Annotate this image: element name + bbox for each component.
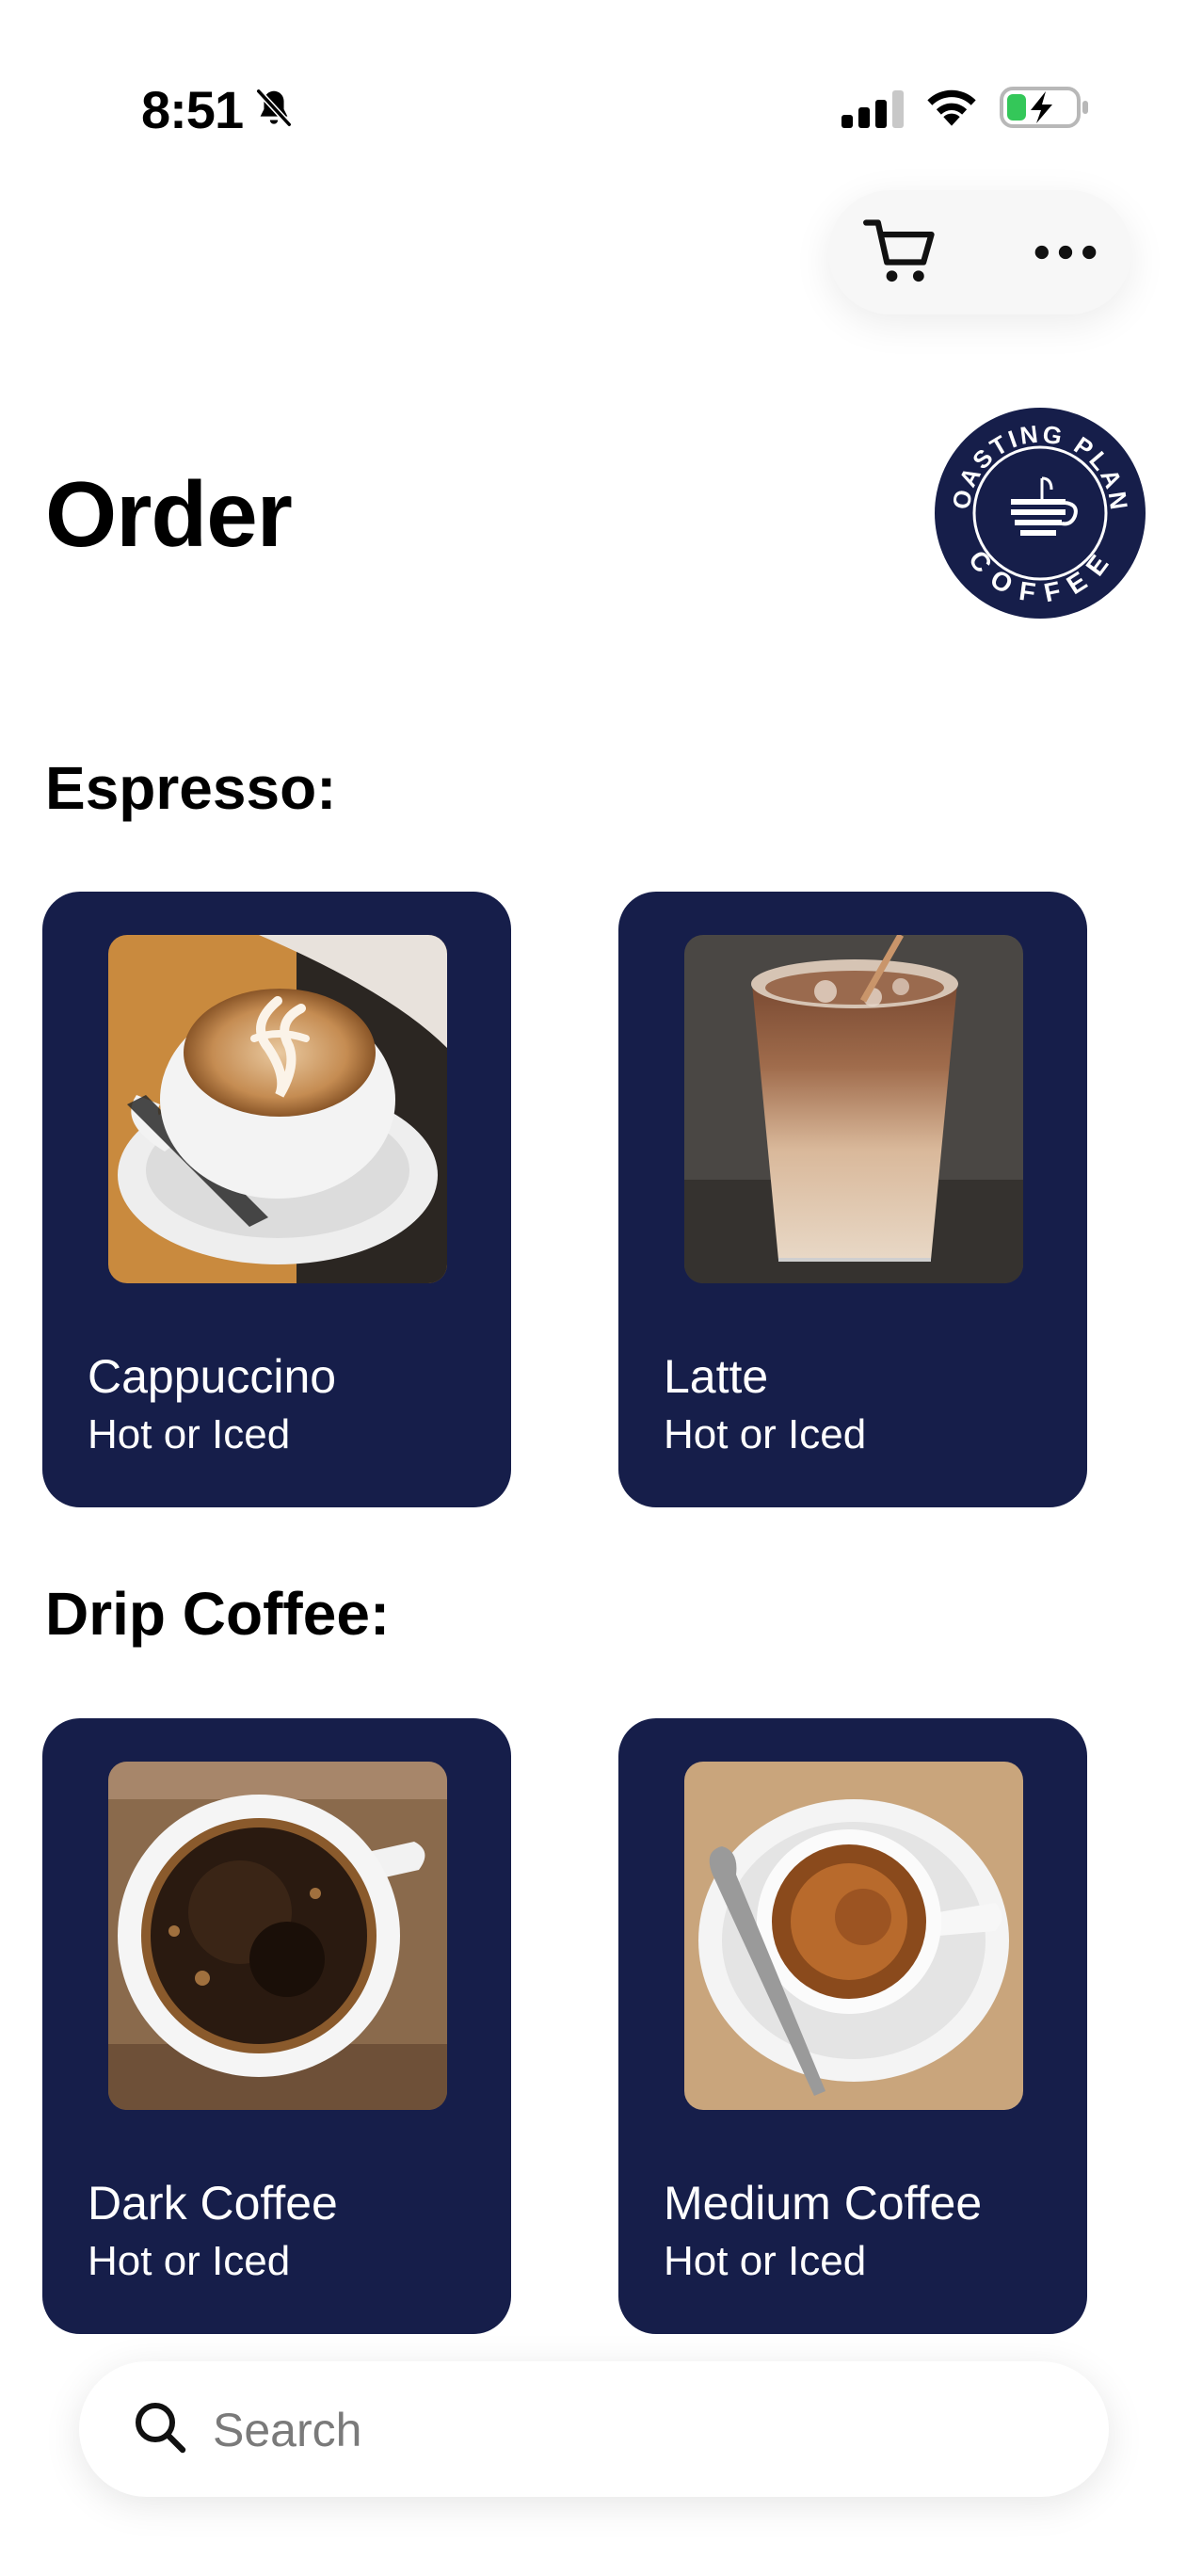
page-title: Order bbox=[45, 462, 293, 566]
cellular-signal-icon bbox=[841, 90, 904, 128]
latte-photo bbox=[684, 935, 1023, 1283]
card-title: Dark Coffee bbox=[88, 2177, 338, 2230]
product-card-cappuccino[interactable]: Cappuccino Hot or Iced bbox=[42, 892, 511, 1507]
wifi-icon bbox=[927, 89, 976, 126]
battery-charging-icon bbox=[1000, 87, 1088, 128]
card-subtitle: Hot or Iced bbox=[88, 2238, 291, 2284]
card-title: Cappuccino bbox=[88, 1350, 337, 1403]
section-title-drip-coffee: Drip Coffee: bbox=[45, 1580, 391, 1648]
product-card-latte[interactable]: Latte Hot or Iced bbox=[618, 892, 1087, 1507]
dark-coffee-photo bbox=[108, 1762, 447, 2110]
search-bar[interactable] bbox=[79, 2361, 1109, 2497]
search-input[interactable] bbox=[211, 2390, 1062, 2471]
card-subtitle: Hot or Iced bbox=[664, 2238, 867, 2284]
product-card-medium-coffee[interactable]: Medium Coffee Hot or Iced bbox=[618, 1718, 1087, 2334]
cappuccino-photo bbox=[108, 935, 447, 1283]
card-subtitle: Hot or Iced bbox=[88, 1411, 291, 1457]
cart-icon[interactable] bbox=[862, 215, 941, 290]
header-actions bbox=[828, 190, 1131, 314]
medium-coffee-photo bbox=[684, 1762, 1023, 2110]
more-icon[interactable] bbox=[1026, 215, 1105, 290]
card-title: Medium Coffee bbox=[664, 2177, 983, 2230]
bell-slash-icon bbox=[256, 89, 292, 127]
roasting-plant-logo: ROASTING PLANT COFFEE bbox=[932, 405, 1146, 619]
status-time: 8:51 bbox=[141, 80, 244, 139]
product-card-dark-coffee[interactable]: Dark Coffee Hot or Iced bbox=[42, 1718, 511, 2334]
search-icon bbox=[136, 2403, 186, 2454]
section-title-espresso: Espresso: bbox=[45, 754, 337, 822]
card-title: Latte bbox=[664, 1350, 769, 1403]
status-bar: 8:51 bbox=[0, 0, 1186, 217]
card-subtitle: Hot or Iced bbox=[664, 1411, 867, 1457]
